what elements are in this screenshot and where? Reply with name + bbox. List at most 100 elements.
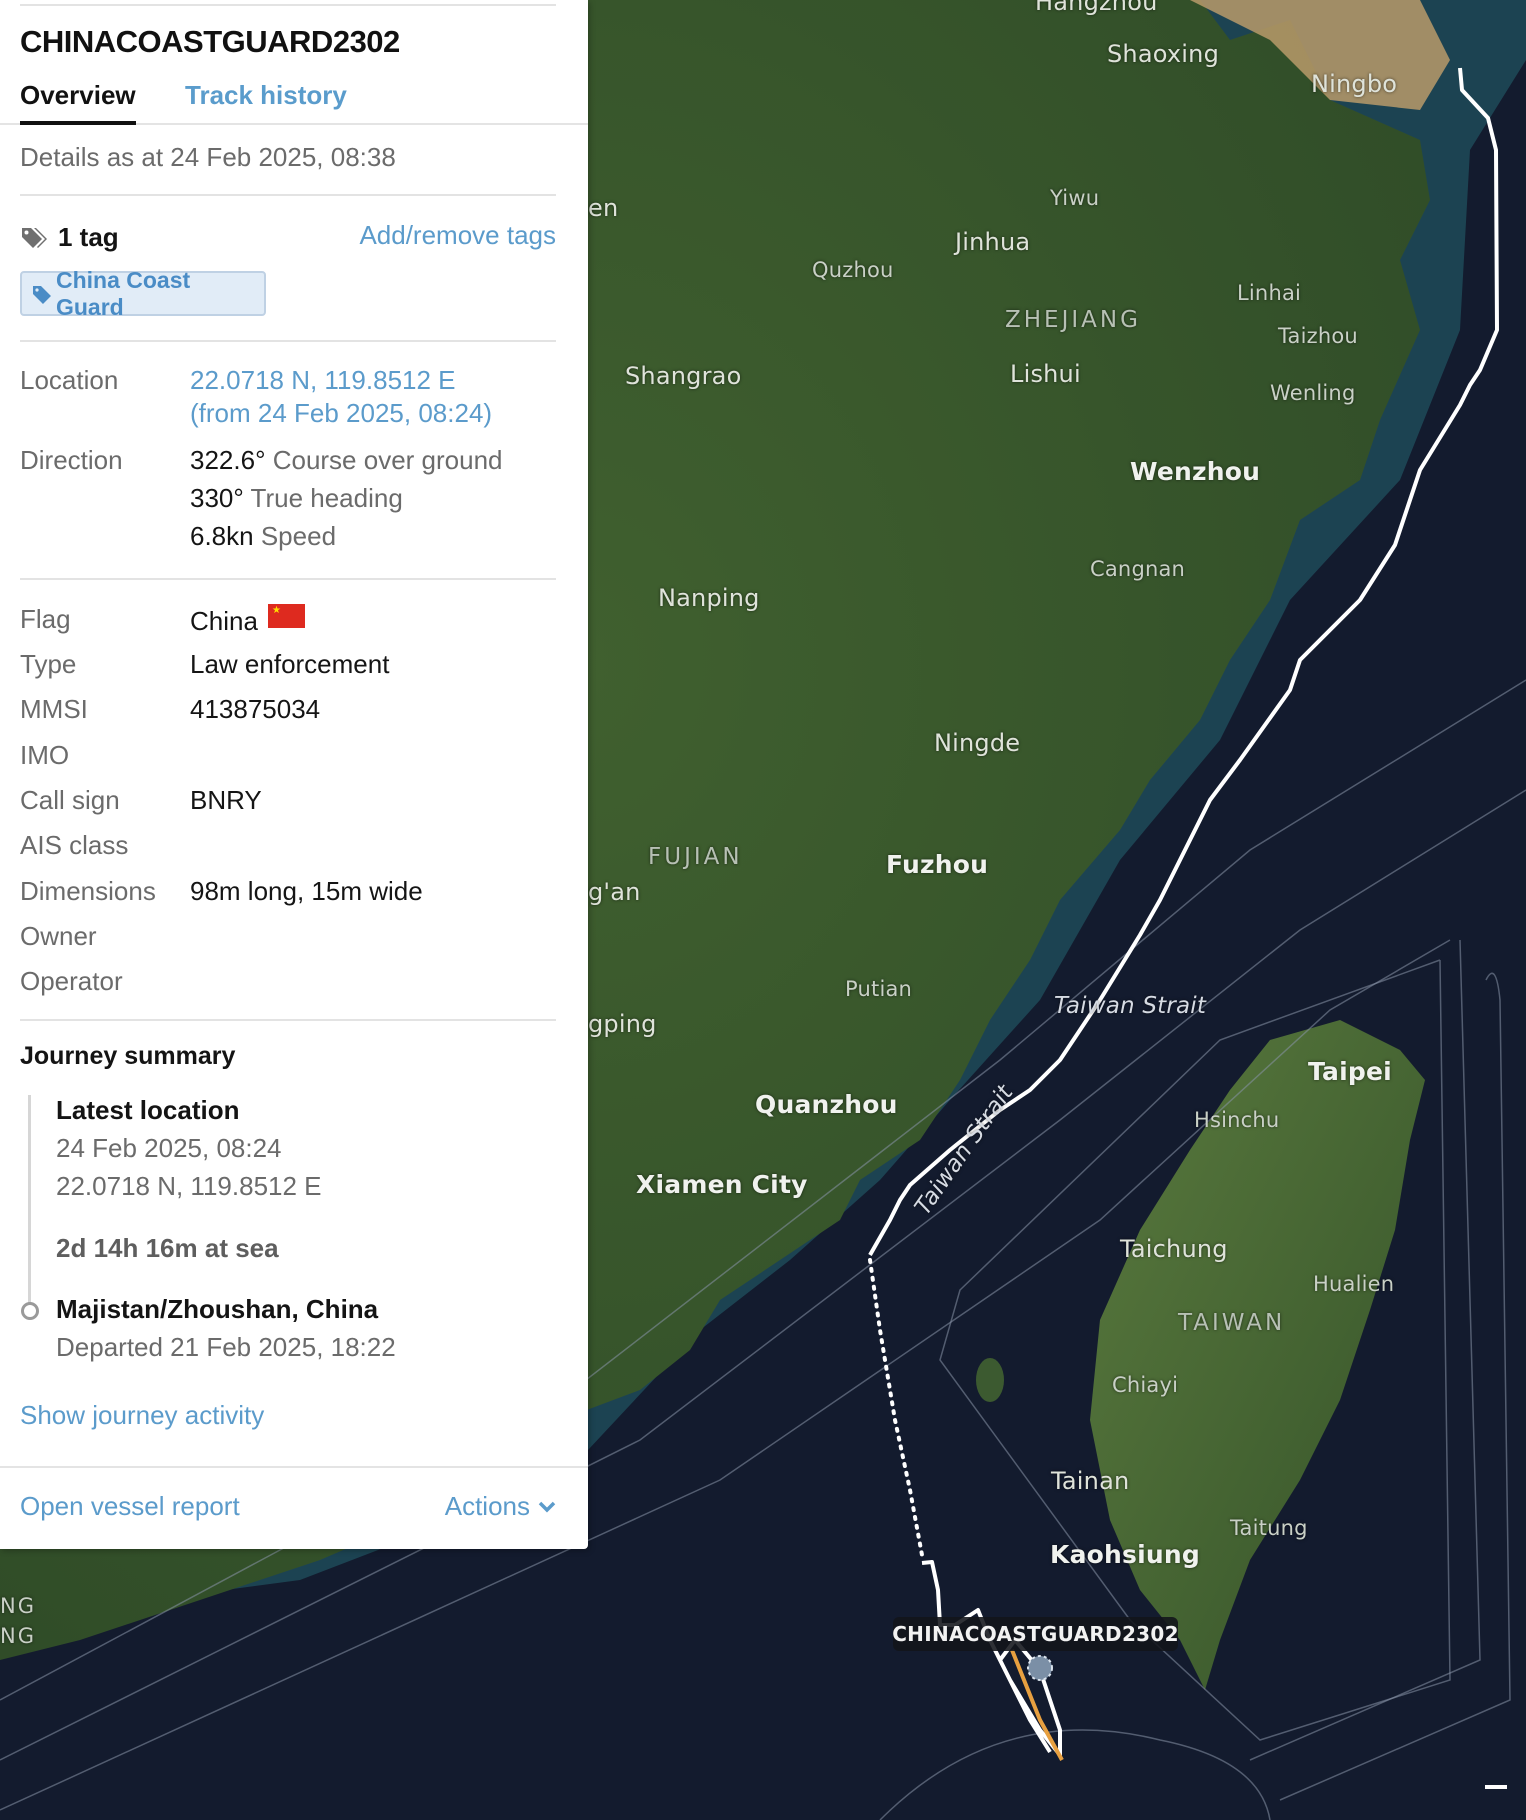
course-over-ground: 322.6° Course over ground bbox=[190, 445, 503, 476]
map-label-ningbo: Ningbo bbox=[1311, 70, 1398, 98]
map-label-jinhua: Jinhua bbox=[955, 228, 1031, 256]
map-label-chiayi: Chiayi bbox=[1112, 1373, 1179, 1397]
map-label-taiwan-strait: Taiwan Strait bbox=[1054, 993, 1207, 1019]
map-label-nanping: Nanping bbox=[658, 584, 760, 612]
tag-count-row: 1 tag bbox=[20, 222, 119, 253]
map-label-taipei: Taipei bbox=[1308, 1057, 1392, 1086]
call-sign-label: Call sign bbox=[20, 785, 120, 815]
ais-class-label: AIS class bbox=[20, 830, 129, 860]
tag-chip-china-coast-guard[interactable]: China Coast Guard bbox=[20, 267, 266, 320]
divider bbox=[20, 194, 556, 196]
footer-divider bbox=[0, 1466, 588, 1468]
open-vessel-report-link[interactable]: Open vessel report bbox=[20, 1491, 240, 1522]
map-label-quanzhou: Quanzhou bbox=[755, 1090, 898, 1119]
map-label-shangrao: Shangrao bbox=[625, 362, 742, 390]
course-label: Course over ground bbox=[272, 445, 503, 475]
tab-bar: Overview Track history bbox=[0, 76, 588, 125]
latest-location-coords: 22.0718 N, 119.8512 E bbox=[56, 1171, 322, 1201]
map-label-shaoxing: Shaoxing bbox=[1107, 40, 1220, 68]
actions-label: Actions bbox=[444, 1491, 530, 1521]
map-label-yiwu: Yiwu bbox=[1050, 186, 1100, 210]
mmsi-value: 413875034 bbox=[190, 694, 321, 724]
map-label-xiamen-city: Xiamen City bbox=[636, 1170, 808, 1199]
vessel-marker[interactable] bbox=[1027, 1655, 1053, 1681]
tag-chip-label: China Coast Guard bbox=[55, 266, 191, 320]
map-label-tainan: Tainan bbox=[1051, 1467, 1130, 1495]
journey-summary-heading: Journey summary bbox=[20, 1042, 236, 1070]
map-label-putian: Putian bbox=[845, 977, 913, 1001]
map-label-taizhou: Taizhou bbox=[1278, 324, 1358, 348]
vessel-details-panel: CHINACOASTGUARD2302 Overview Track histo… bbox=[0, 0, 588, 1549]
map-label-kaohsiung: Kaohsiung bbox=[1050, 1540, 1200, 1569]
flag-country: China bbox=[190, 606, 258, 636]
course-value: 322.6° bbox=[190, 445, 266, 475]
tags-icon bbox=[20, 225, 50, 251]
map-label-zhejiang: ZHEJIANG bbox=[1005, 307, 1141, 333]
type-label: Type bbox=[20, 649, 77, 679]
divider bbox=[20, 578, 556, 580]
map-label-cangnan: Cangnan bbox=[1090, 557, 1186, 581]
imo-label: IMO bbox=[20, 740, 70, 770]
heading-value: 330° bbox=[190, 483, 244, 513]
direction-label: Direction bbox=[20, 445, 123, 475]
map-label-hualien: Hualien bbox=[1313, 1272, 1395, 1296]
tag-icon bbox=[32, 285, 51, 304]
speed: 6.8kn Speed bbox=[190, 521, 336, 552]
divider bbox=[20, 340, 556, 342]
origin-port: Majistan/Zhoushan, China bbox=[56, 1294, 379, 1324]
map-label-partial-ng-1: NG bbox=[0, 1594, 36, 1618]
departure-time: Departed 21 Feb 2025, 18:22 bbox=[56, 1332, 396, 1362]
map-label-fujian: FUJIAN bbox=[648, 844, 743, 870]
latest-location-time: 24 Feb 2025, 08:24 bbox=[56, 1133, 282, 1163]
map-label-taitung: Taitung bbox=[1230, 1516, 1308, 1540]
speed-label: Speed bbox=[260, 521, 337, 551]
dimensions-label: Dimensions bbox=[20, 876, 156, 906]
location-label: Location bbox=[20, 365, 119, 395]
type-value: Law enforcement bbox=[190, 649, 390, 679]
location-coordinates-link[interactable]: 22.0718 N, 119.8512 E bbox=[190, 365, 456, 396]
divider bbox=[20, 1019, 556, 1021]
tab-overview[interactable]: Overview bbox=[20, 80, 136, 125]
map-label-hangzhou: Hangzhou bbox=[1035, 0, 1158, 16]
map-label-taiwan: TAIWAN bbox=[1178, 1310, 1286, 1336]
map-label-linhai: Linhai bbox=[1237, 281, 1302, 305]
mmsi-label: MMSI bbox=[20, 694, 88, 724]
details-timestamp: Details as at 24 Feb 2025, 08:38 bbox=[20, 142, 396, 172]
penghu-islands bbox=[976, 1358, 1004, 1402]
owner-label: Owner bbox=[20, 921, 97, 951]
map-label-fuzhou: Fuzhou bbox=[886, 850, 989, 879]
map-label-ningde: Ningde bbox=[934, 729, 1021, 757]
map-label-partial-gan: g'an bbox=[588, 878, 641, 906]
vessel-name-title: CHINACOASTGUARD2302 bbox=[20, 24, 400, 59]
chevron-down-icon bbox=[538, 1501, 556, 1512]
actions-dropdown[interactable]: Actions bbox=[445, 1491, 556, 1522]
location-time-link[interactable]: (from 24 Feb 2025, 08:24) bbox=[190, 398, 492, 429]
time-at-sea: 2d 14h 16m at sea bbox=[56, 1233, 279, 1263]
true-heading: 330° True heading bbox=[190, 483, 403, 514]
china-flag-icon: ★ bbox=[267, 604, 305, 628]
map-label-hsinchu: Hsinchu bbox=[1194, 1108, 1280, 1132]
map-label-quzhou: Quzhou bbox=[812, 258, 894, 282]
latest-location-heading: Latest location bbox=[56, 1095, 240, 1125]
flag-label: Flag bbox=[20, 604, 71, 634]
map-label-partial-ng-2: NG bbox=[0, 1624, 36, 1648]
vessel-map-label[interactable]: CHINACOASTGUARD2302 bbox=[892, 1617, 1179, 1651]
heading-label: True heading bbox=[250, 483, 403, 513]
speed-value: 6.8kn bbox=[190, 521, 254, 551]
operator-label: Operator bbox=[20, 966, 123, 996]
map-label-taichung: Taichung bbox=[1120, 1235, 1228, 1263]
add-remove-tags-link[interactable]: Add/remove tags bbox=[359, 220, 556, 251]
flag-value: China ★ bbox=[190, 604, 305, 637]
top-divider bbox=[20, 4, 556, 6]
origin-port-marker-icon bbox=[21, 1302, 39, 1320]
journey-timeline-line bbox=[28, 1095, 31, 1305]
tab-track-history[interactable]: Track history bbox=[185, 80, 347, 111]
tag-count: 1 tag bbox=[58, 222, 119, 252]
map-label-lishui: Lishui bbox=[1010, 360, 1081, 388]
map-label-wenling: Wenling bbox=[1270, 381, 1356, 405]
map-label-partial-en: en bbox=[588, 194, 619, 222]
scale-bar bbox=[1485, 1785, 1507, 1789]
show-journey-activity-link[interactable]: Show journey activity bbox=[20, 1400, 264, 1431]
map-label-partial-gping: gping bbox=[588, 1010, 657, 1038]
map-label-wenzhou: Wenzhou bbox=[1130, 457, 1261, 486]
